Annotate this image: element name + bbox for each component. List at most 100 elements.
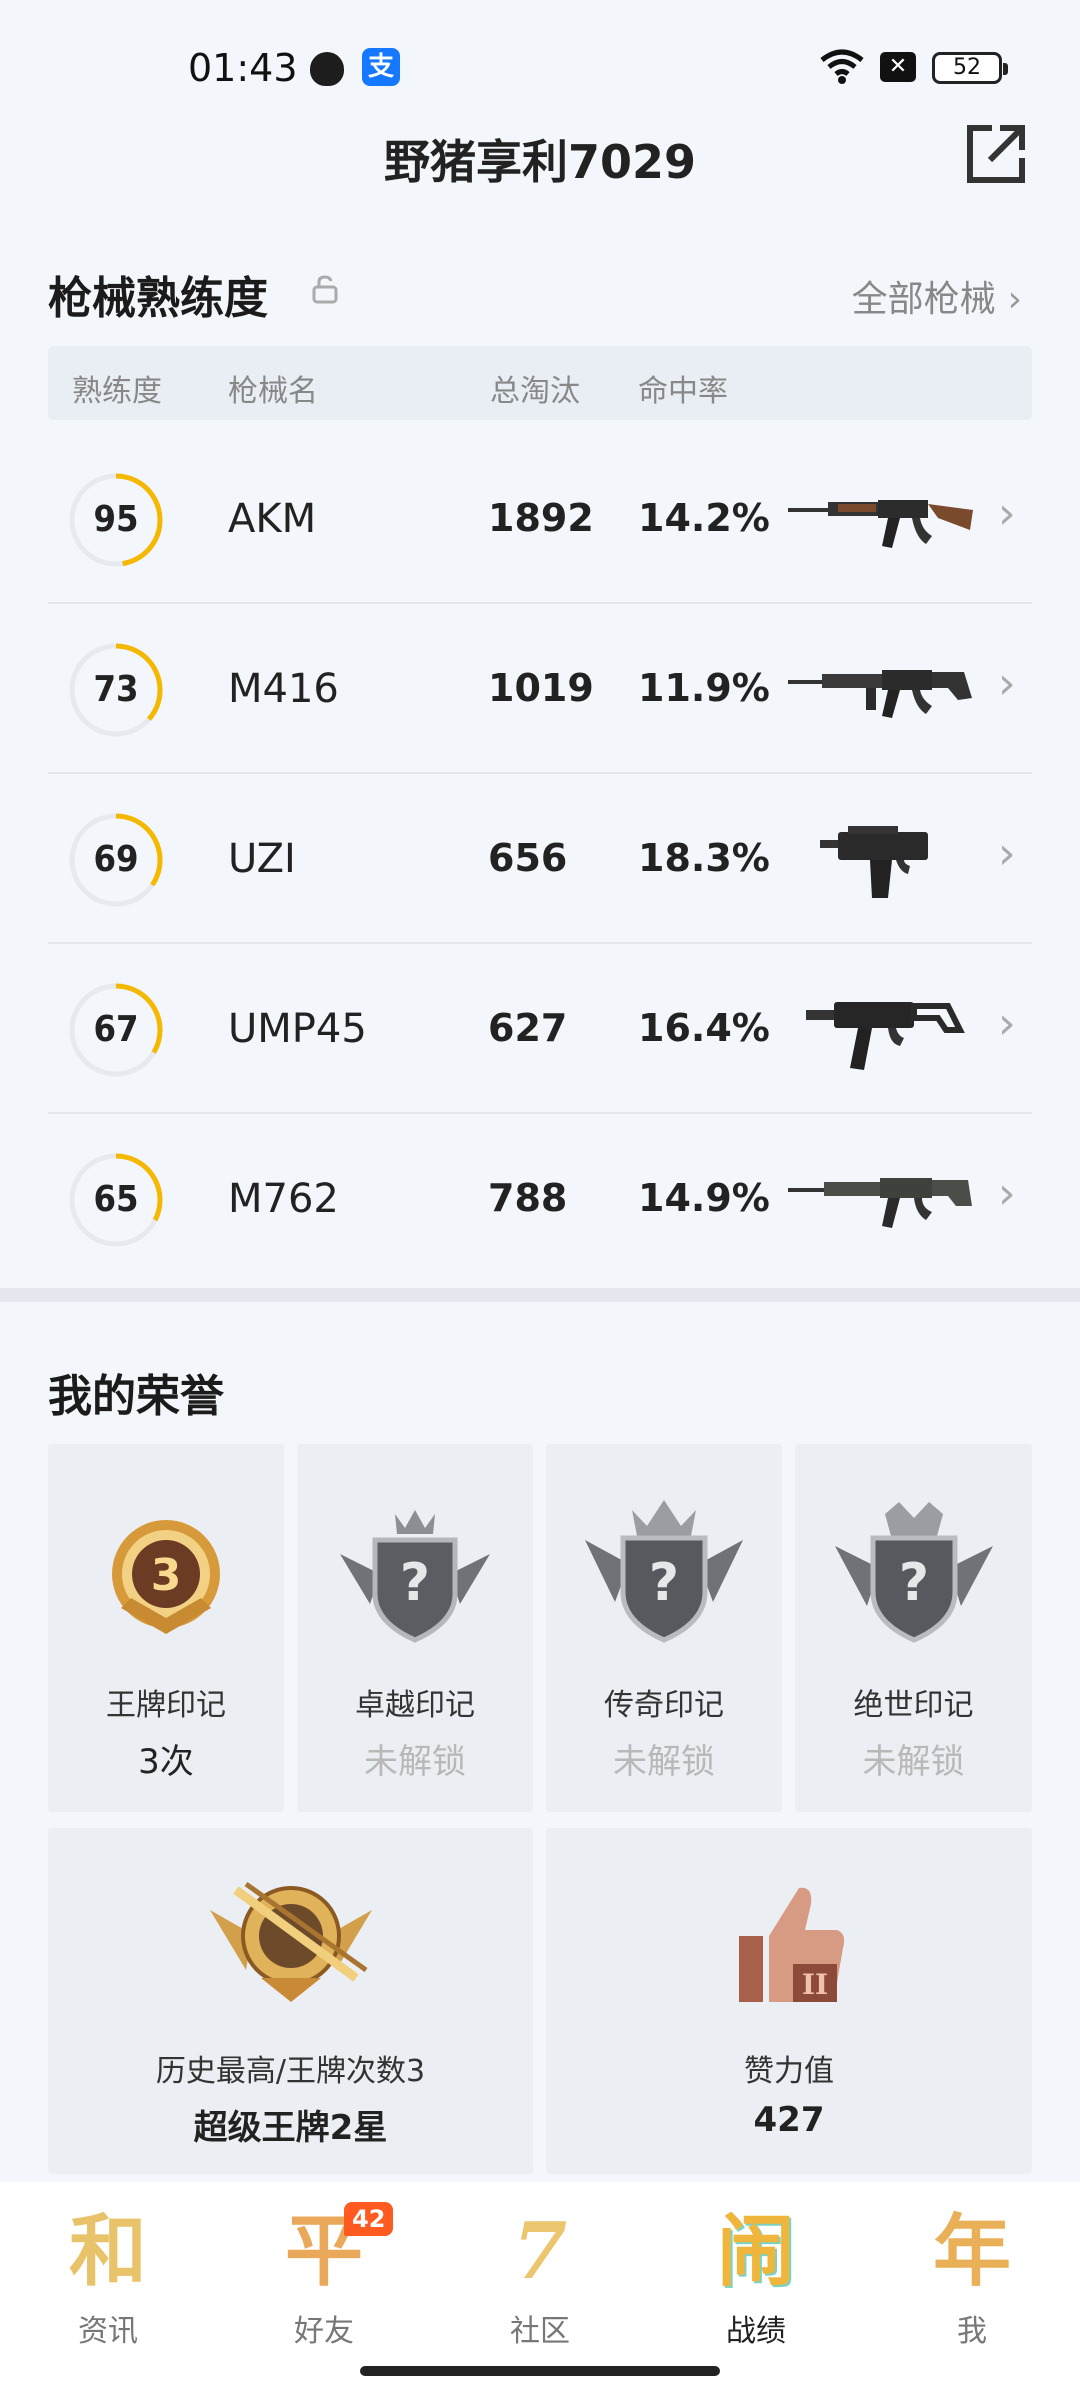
- proficiency-value: 95: [93, 499, 139, 540]
- weapon-accuracy: 11.9%: [638, 666, 770, 710]
- proficiency-value: 67: [93, 1009, 139, 1050]
- ace-badge-number: 3: [151, 1550, 182, 1601]
- chevron-right-icon: ›: [998, 828, 1016, 879]
- weapon-eliminations: 1019: [488, 666, 594, 710]
- close-box-icon: ✕: [880, 52, 916, 82]
- column-header-eliminations: 总淘汰: [490, 374, 580, 409]
- locked-badge-icon: ?: [340, 1510, 490, 1643]
- weapon-row-m416[interactable]: 73 M416 1019 11.9% ›: [48, 604, 1032, 774]
- shield-icon: [310, 52, 344, 86]
- record-tab-icon: 闹: [716, 2206, 795, 2297]
- nav-tab-label: 社区: [510, 2314, 570, 2349]
- nav-tab-label: 我: [957, 2314, 987, 2349]
- m416-rifle-icon: [788, 670, 972, 718]
- weapon-accuracy: 18.3%: [638, 836, 770, 880]
- weapon-eliminations: 788: [488, 1176, 568, 1220]
- likes-label: 赞力值: [744, 2054, 834, 2089]
- honor-card-highest-rank[interactable]: 历史最高/王牌次数3 超级王牌2星: [48, 1828, 533, 2174]
- honor-card-ace[interactable]: 3 王牌印记 3次: [48, 1444, 284, 1812]
- honor-card-peerless[interactable]: ? 绝世印记 未解锁: [795, 1444, 1032, 1812]
- weapon-eliminations: 656: [488, 836, 568, 880]
- locked-badge-icon: ?: [834, 1502, 993, 1643]
- wifi-icon: [820, 49, 864, 84]
- weapon-row-ump45[interactable]: 67 UMP45 627 16.4% ›: [48, 944, 1032, 1114]
- chevron-right-icon: ›: [1007, 279, 1022, 320]
- share-icon[interactable]: [962, 122, 1028, 188]
- honor-label: 王牌印记: [106, 1688, 226, 1723]
- status-bar: 01:43 支 ✕ 52: [0, 0, 1080, 130]
- weapon-accuracy: 16.4%: [638, 1006, 770, 1050]
- proficiency-value: 69: [93, 839, 139, 880]
- column-header-proficiency: 熟练度: [72, 374, 162, 409]
- honor-value: 3次: [138, 1742, 194, 1782]
- weapons-table-header: 熟练度 枪械名 总淘汰 命中率: [48, 346, 1032, 420]
- all-weapons-link[interactable]: 全部枪械 ›: [852, 270, 1022, 322]
- honor-value: 未解锁: [613, 1742, 715, 1782]
- section-divider: [0, 1288, 1080, 1302]
- highest-rank-label: 历史最高/王牌次数3: [155, 2054, 426, 2089]
- all-weapons-label: 全部枪械: [851, 279, 996, 320]
- honor-label: 传奇印记: [604, 1688, 724, 1723]
- nav-tab-me[interactable]: 年 我: [864, 2204, 1080, 2364]
- chevron-right-icon: ›: [998, 998, 1016, 1049]
- svg-text:?: ?: [400, 1553, 430, 1613]
- nav-tab-community[interactable]: 7 社区: [432, 2204, 648, 2364]
- weapon-accuracy: 14.2%: [638, 496, 770, 540]
- notification-badge: 42: [344, 2202, 394, 2236]
- unlock-icon[interactable]: [310, 274, 340, 304]
- ace-rank-badge-icon: [209, 1881, 372, 2002]
- weapon-row-uzi[interactable]: 69 UZI 656 18.3% ›: [48, 774, 1032, 944]
- proficiency-value: 73: [93, 669, 139, 710]
- honor-card-excellence[interactable]: ? 卓越印记 未解锁: [297, 1444, 533, 1812]
- column-header-accuracy: 命中率: [638, 374, 728, 409]
- weapon-name: M416: [228, 666, 339, 712]
- honor-label: 绝世印记: [853, 1688, 974, 1723]
- honor-card-likes[interactable]: II 赞力值 427: [546, 1828, 1032, 2174]
- highest-rank-value: 超级王牌2星: [193, 2108, 388, 2148]
- weapons-section-title: 枪械熟练度: [48, 273, 268, 324]
- ump45-smg-icon: [806, 1002, 965, 1070]
- home-indicator[interactable]: [360, 2366, 720, 2376]
- weapon-row-m762[interactable]: 65 M762 788 14.9% ›: [48, 1114, 1032, 1284]
- honor-value: 未解锁: [364, 1742, 466, 1782]
- proficiency-value: 65: [93, 1179, 139, 1220]
- status-time: 01:43: [188, 46, 298, 90]
- nav-tab-label: 资讯: [78, 2314, 138, 2349]
- weapon-name: M762: [228, 1176, 339, 1222]
- honor-card-legend[interactable]: ? 传奇印记 未解锁: [546, 1444, 782, 1812]
- weapon-eliminations: 1892: [488, 496, 594, 540]
- news-tab-icon: 和: [68, 2206, 147, 2297]
- ace-badge-icon: 3: [112, 1520, 220, 1634]
- thumbs-up-icon: II: [739, 1887, 845, 2002]
- m762-rifle-icon: [788, 1178, 972, 1228]
- svg-text:II: II: [802, 1968, 828, 2001]
- nav-tab-record[interactable]: 闹 战绩: [648, 2204, 864, 2364]
- honor-value: 未解锁: [862, 1742, 965, 1782]
- nav-tab-label: 好友: [294, 2314, 354, 2349]
- uzi-smg-icon: [820, 826, 928, 898]
- nav-tab-news[interactable]: 和 资讯: [0, 2204, 216, 2364]
- svg-text:?: ?: [898, 1553, 928, 1613]
- nav-tab-label: 战绩: [726, 2314, 786, 2349]
- locked-badge-icon: ?: [585, 1500, 743, 1643]
- weapon-name: UZI: [228, 836, 296, 882]
- chevron-right-icon: ›: [998, 1168, 1016, 1219]
- nav-tab-friends[interactable]: 平 42 好友: [216, 2202, 432, 2364]
- alipay-icon: 支: [362, 48, 400, 86]
- weapon-accuracy: 14.9%: [638, 1176, 770, 1220]
- akm-rifle-icon: [788, 500, 973, 548]
- weapon-name: AKM: [228, 496, 317, 542]
- likes-value: 427: [753, 2100, 825, 2140]
- weapon-eliminations: 627: [488, 1006, 568, 1050]
- me-tab-icon: 年: [932, 2206, 1011, 2297]
- page-title: 野猪享利7029: [383, 135, 697, 189]
- weapon-row-akm[interactable]: 95 AKM 1892 14.2% ›: [48, 434, 1032, 604]
- honors-section-title: 我的荣誉: [48, 1371, 224, 1422]
- community-tab-icon: 7: [512, 2206, 568, 2297]
- chevron-right-icon: ›: [998, 658, 1016, 709]
- honor-label: 卓越印记: [355, 1688, 475, 1723]
- battery-icon: 52: [932, 52, 1008, 84]
- column-header-name: 枪械名: [228, 374, 318, 409]
- weapon-name: UMP45: [228, 1006, 367, 1052]
- chevron-right-icon: ›: [998, 488, 1016, 539]
